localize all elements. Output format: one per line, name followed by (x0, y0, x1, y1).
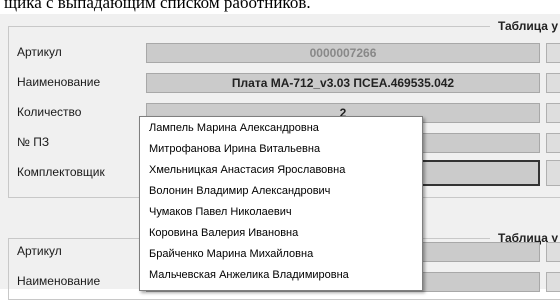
worker-option[interactable]: Митрофанова Ирина Витальевна (149, 143, 320, 155)
label-quantity: Количество (17, 105, 82, 119)
name-side-button[interactable] (546, 73, 560, 93)
label-picker: Комплектовщик (17, 165, 105, 179)
worker-option[interactable]: Брайченко Марина Михайловна (149, 248, 313, 260)
document-caption: щика с выпадающим списком работников. (4, 0, 311, 12)
worker-dropdown-list: Лампель Марина Александровна Митрофанова… (139, 116, 423, 291)
pz-side-button[interactable] (546, 133, 560, 153)
name-side-button-2[interactable] (546, 272, 560, 292)
worker-option[interactable]: Коровина Валерия Ивановна (149, 227, 298, 239)
label-article-2: Артикул (17, 244, 62, 258)
worker-option[interactable]: Хмельницкая Анастасия Ярославовна (149, 164, 345, 176)
worker-option[interactable]: Мальчевская Анжелика Владимировна (149, 269, 349, 281)
label-pz-number: № ПЗ (17, 135, 50, 149)
label-name-2: Наименование (17, 274, 101, 288)
label-article: Артикул (17, 45, 62, 59)
article-side-button[interactable] (546, 43, 560, 63)
worker-option[interactable]: Чумаков Павел Николаевич (149, 206, 292, 218)
name-field[interactable]: Плата МА-712_v3.03 ПСЕА.469535.042 (146, 73, 540, 93)
quantity-side-button[interactable] (546, 103, 560, 123)
label-name: Наименование (17, 75, 101, 89)
group-title-1: Таблица у (489, 19, 560, 33)
worker-option[interactable]: Волонин Владимир Александрович (149, 185, 330, 197)
picker-side-button[interactable] (546, 160, 560, 186)
worker-option[interactable]: Лампель Марина Александровна (149, 122, 319, 134)
article-field[interactable]: 0000007266 (146, 43, 540, 63)
article-side-button-2[interactable] (546, 242, 560, 262)
